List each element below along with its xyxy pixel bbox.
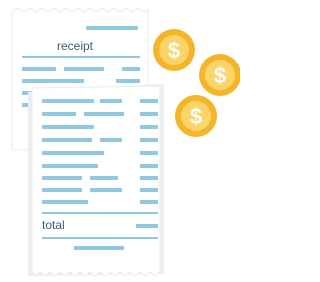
front-receipt-line <box>140 125 158 129</box>
front-receipt-line <box>100 138 122 142</box>
dollar-icon: $ <box>190 104 202 129</box>
front-receipt-line <box>84 112 124 116</box>
front-receipt-line <box>42 112 76 116</box>
front-receipt-line <box>42 138 92 142</box>
front-receipt-line <box>42 176 82 180</box>
front-receipt-line <box>140 112 158 116</box>
front-receipt-line <box>42 151 104 155</box>
front-receipt-line <box>42 125 94 129</box>
back-receipt-line <box>22 67 56 71</box>
front-receipt-line <box>42 200 88 204</box>
back-receipt-line <box>86 26 138 30</box>
front-receipt-line <box>140 188 158 192</box>
front-receipt-line <box>140 200 158 204</box>
front-receipt-total-value <box>136 224 158 228</box>
front-receipt-line <box>140 164 158 168</box>
back-receipt-line <box>64 67 104 71</box>
coin: $ <box>199 54 240 96</box>
front-receipt-line <box>42 164 98 168</box>
front-receipt-line <box>42 99 94 103</box>
front-receipt-line <box>42 188 82 192</box>
back-receipt-divider <box>22 56 140 58</box>
front-receipt-line <box>74 246 124 250</box>
back-receipt-line <box>22 79 84 83</box>
front-receipt-line <box>90 188 122 192</box>
front-receipt: total <box>28 84 164 277</box>
coin: $ <box>175 95 217 137</box>
front-receipt-line <box>140 138 158 142</box>
coin: $ <box>153 29 195 71</box>
front-receipt-divider <box>42 212 158 214</box>
back-receipt-line <box>116 79 140 83</box>
front-receipt-line <box>42 237 158 239</box>
dollar-icon: $ <box>168 38 180 63</box>
front-receipt-line <box>90 176 118 180</box>
back-receipt-line <box>122 67 140 71</box>
front-receipt-line <box>140 151 158 155</box>
dollar-icon: $ <box>214 63 226 88</box>
front-receipt-line <box>140 176 158 180</box>
back-receipt-title: receipt <box>57 39 94 53</box>
front-receipt-total-label: total <box>42 218 65 232</box>
front-receipt-line <box>140 99 158 103</box>
front-receipt-line <box>100 99 122 103</box>
receipt-illustration: receipt total $ $ $ <box>11 7 240 277</box>
